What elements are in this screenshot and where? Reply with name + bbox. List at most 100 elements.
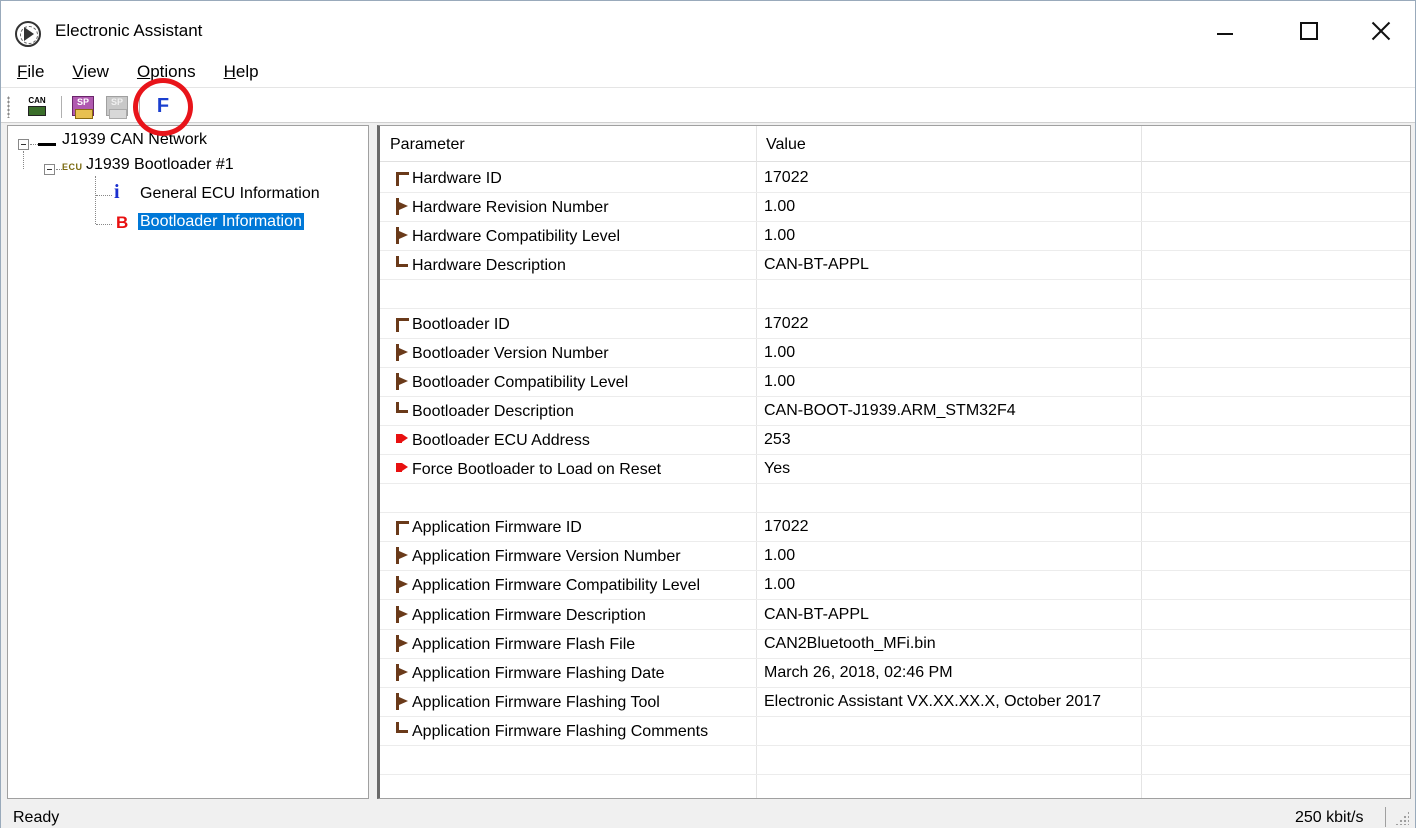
column-header-value[interactable]: Value bbox=[766, 136, 806, 154]
app-logo-icon bbox=[15, 21, 41, 47]
toolbar: CAN SP SP F bbox=[1, 87, 1415, 123]
table-row[interactable]: Hardware ID 17022 bbox=[380, 164, 1410, 193]
minimize-icon bbox=[1217, 33, 1233, 35]
table-row[interactable]: Application Firmware Description CAN-BT-A… bbox=[380, 601, 1410, 630]
table-row[interactable]: Hardware Description CAN-BT-APPL bbox=[380, 251, 1410, 281]
parameter-label: Application Firmware Flash File bbox=[412, 635, 636, 653]
parameter-label: Application Firmware ID bbox=[412, 519, 582, 537]
parameter-cell: Hardware Revision Number bbox=[394, 198, 609, 217]
table-row[interactable]: Bootloader ID 17022 bbox=[380, 310, 1410, 339]
menu-help[interactable]: Help bbox=[220, 60, 263, 84]
status-bitrate: 250 kbit/s bbox=[1295, 809, 1364, 826]
resize-grip[interactable] bbox=[1395, 811, 1409, 825]
value-cell[interactable]: 253 bbox=[764, 431, 791, 449]
parameter-cell: Bootloader Compatibility Level bbox=[394, 372, 628, 392]
title-bar[interactable]: Electronic Assistant bbox=[1, 1, 1415, 57]
close-icon bbox=[1371, 21, 1391, 41]
tree-bullet-icon bbox=[394, 576, 410, 594]
collapse-ecu-toggle[interactable] bbox=[44, 164, 55, 175]
sp-file-disabled-button[interactable]: SP bbox=[103, 92, 131, 120]
application-window: Electronic Assistant File View Options H… bbox=[0, 0, 1416, 828]
parameter-cell: Bootloader ID bbox=[394, 315, 510, 334]
grid-header: Parameter Value bbox=[380, 126, 1410, 162]
parameter-cell: Bootloader Description bbox=[394, 401, 574, 421]
value-cell: 1.00 bbox=[764, 227, 796, 245]
table-row[interactable]: Application Firmware Version Number 1.00 bbox=[380, 542, 1410, 572]
value-cell: CAN2Bluetooth_MFi.bin bbox=[764, 634, 936, 652]
value-cell[interactable]: Yes bbox=[764, 460, 790, 478]
table-row[interactable]: Application Firmware Flash File CAN2Bluet… bbox=[380, 630, 1410, 659]
parameter-cell: Application Firmware Compatibility Level bbox=[394, 576, 700, 595]
close-button[interactable] bbox=[1351, 9, 1411, 53]
tree-node-ecu[interactable]: J1939 Bootloader #1 bbox=[86, 156, 234, 174]
table-row[interactable]: Application Firmware Flashing Tool Electr… bbox=[380, 688, 1410, 717]
table-row[interactable]: Force Bootloader to Load on Reset Yes bbox=[380, 455, 1410, 484]
value-cell: March 26, 2018, 02:46 PM bbox=[764, 663, 953, 681]
table-row[interactable] bbox=[380, 746, 1410, 775]
table-row[interactable]: Bootloader Description CAN-BOOT-J1939.ARM… bbox=[380, 397, 1410, 426]
bootloader-b-icon: B bbox=[116, 213, 129, 232]
value-cell: Electronic Assistant VX.XX.XX.X, October… bbox=[764, 692, 1102, 710]
table-row[interactable]: Bootloader Compatibility Level 1.00 bbox=[380, 368, 1410, 397]
tree-bullet-icon bbox=[394, 372, 410, 390]
toolbar-separator bbox=[61, 96, 62, 118]
parameter-cell: Hardware Description bbox=[394, 256, 566, 275]
table-row[interactable]: Application Firmware Compatibility Level… bbox=[380, 571, 1410, 601]
tree-bullet-icon bbox=[394, 721, 410, 738]
menu-file[interactable]: File bbox=[13, 60, 48, 84]
parameter-label: Hardware Compatibility Level bbox=[412, 228, 621, 246]
table-row[interactable] bbox=[380, 484, 1410, 514]
table-row[interactable]: Hardware Revision Number 1.00 bbox=[380, 193, 1410, 223]
maximize-button[interactable] bbox=[1279, 9, 1339, 53]
parameter-label: Application Firmware Flashing Tool bbox=[412, 693, 660, 711]
table-row[interactable] bbox=[380, 280, 1410, 310]
sp-file-icon: SP bbox=[72, 96, 94, 119]
sp-file-button[interactable]: SP bbox=[69, 92, 97, 120]
tree-bullet-icon bbox=[394, 256, 410, 272]
minimize-button[interactable] bbox=[1195, 9, 1255, 53]
tree-bullet-icon bbox=[394, 343, 410, 361]
tree-bullet-icon bbox=[394, 315, 410, 332]
table-row[interactable]: Bootloader Version Number 1.00 bbox=[380, 339, 1410, 368]
flash-f-icon: F bbox=[156, 94, 170, 117]
can-network-button[interactable]: CAN bbox=[23, 92, 51, 120]
table-row[interactable]: Application Firmware ID 17022 bbox=[380, 513, 1410, 543]
parameter-label: Hardware ID bbox=[412, 170, 502, 187]
pane-splitter[interactable] bbox=[369, 125, 377, 799]
column-header-parameter[interactable]: Parameter bbox=[390, 136, 465, 154]
parameter-cell: Bootloader Version Number bbox=[394, 343, 609, 363]
collapse-network-toggle[interactable] bbox=[18, 139, 29, 150]
tree-node-bootloader-info[interactable]: Bootloader Information bbox=[137, 212, 305, 231]
table-row[interactable]: Application Firmware Flashing Date March … bbox=[380, 659, 1410, 688]
flash-firmware-button[interactable]: F bbox=[149, 92, 177, 120]
table-row[interactable]: Hardware Compatibility Level 1.00 bbox=[380, 222, 1410, 252]
table-row[interactable]: Bootloader ECU Address 253 bbox=[380, 426, 1410, 455]
menu-view[interactable]: View bbox=[68, 60, 113, 84]
writable-bullet-icon bbox=[394, 460, 410, 476]
network-tree[interactable]: J1939 CAN Network ECU J1939 Bootloader #… bbox=[7, 125, 369, 799]
table-row[interactable]: Application Firmware Flashing Comments bbox=[380, 717, 1410, 746]
parameter-label: Application Firmware Flashing Comments bbox=[412, 722, 709, 740]
parameter-cell: Application Firmware Flashing Comments bbox=[394, 721, 709, 741]
tree-node-network[interactable]: J1939 CAN Network bbox=[62, 131, 207, 149]
parameter-label: Application Firmware Version Number bbox=[412, 548, 681, 566]
value-cell: 17022 bbox=[764, 518, 809, 536]
parameter-label: Bootloader Description bbox=[412, 402, 574, 420]
value-cell: 17022 bbox=[764, 314, 809, 332]
parameter-cell: Force Bootloader to Load on Reset bbox=[394, 460, 661, 479]
maximize-icon bbox=[1300, 22, 1318, 40]
parameter-cell: Application Firmware Version Number bbox=[394, 547, 681, 566]
tree-node-general-info[interactable]: General ECU Information bbox=[140, 185, 320, 203]
parameter-label: Bootloader ID bbox=[412, 315, 510, 333]
tree-bullet-icon bbox=[394, 634, 410, 652]
toolbar-grip[interactable] bbox=[7, 96, 10, 118]
menu-bar: File View Options Help bbox=[1, 57, 1415, 87]
parameter-label: Hardware Revision Number bbox=[412, 199, 609, 217]
value-cell: CAN-BT-APPL bbox=[764, 256, 869, 274]
parameter-cell: Application Firmware ID bbox=[394, 518, 582, 537]
parameter-label: Application Firmware Flashing Date bbox=[412, 664, 665, 682]
menu-options[interactable]: Options bbox=[133, 60, 200, 84]
parameter-grid[interactable]: Parameter Value Hardware ID 17022 Hardware… bbox=[377, 125, 1411, 799]
parameter-label: Bootloader Version Number bbox=[412, 344, 609, 362]
tree-bullet-icon bbox=[394, 692, 410, 710]
